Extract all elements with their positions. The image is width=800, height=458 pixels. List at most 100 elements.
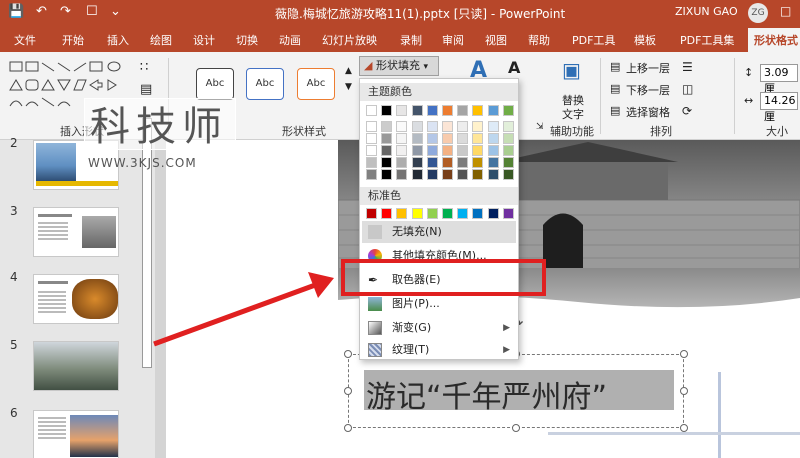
theme-color-swatch[interactable] xyxy=(366,145,377,156)
shape-style-blue[interactable]: Abc xyxy=(246,68,284,100)
tab-review[interactable]: 审阅 xyxy=(442,32,464,48)
theme-color-swatch[interactable] xyxy=(472,145,484,156)
theme-color-swatch[interactable] xyxy=(457,133,469,144)
selection-pane-button[interactable]: 选择窗格 xyxy=(626,104,670,120)
theme-color-swatch[interactable] xyxy=(366,105,377,116)
tab-animations[interactable]: 动画 xyxy=(279,32,301,48)
height-input[interactable]: 3.09 厘 xyxy=(760,64,798,95)
slide-thumbnail-5[interactable] xyxy=(33,341,119,391)
tab-home[interactable]: 开始 xyxy=(62,32,84,48)
replace-text-label-2[interactable]: 文字 xyxy=(562,106,584,122)
theme-color-swatch[interactable] xyxy=(472,157,484,168)
standard-color-swatch[interactable] xyxy=(487,208,499,219)
present-icon[interactable]: ☐ xyxy=(86,4,98,19)
standard-color-swatch[interactable] xyxy=(396,208,408,219)
group-icon[interactable]: ◫ xyxy=(682,82,693,96)
standard-color-swatch[interactable] xyxy=(457,208,469,219)
slide-title-text[interactable]: 游记“千年严州府” xyxy=(366,372,607,416)
standard-color-swatch[interactable] xyxy=(442,208,453,219)
theme-color-swatch[interactable] xyxy=(502,133,514,144)
send-backward-icon[interactable]: ▤ xyxy=(610,82,620,95)
theme-color-swatch[interactable] xyxy=(472,105,484,116)
theme-color-swatch[interactable] xyxy=(472,133,484,144)
tab-draw[interactable]: 绘图 xyxy=(150,32,172,48)
standard-color-swatch[interactable] xyxy=(381,208,393,219)
theme-color-swatch[interactable] xyxy=(487,169,499,180)
user-name[interactable]: ZIXUN GAO xyxy=(675,5,738,18)
texture-fill-item[interactable]: 纹理(T) ▶ xyxy=(362,339,516,361)
gradient-fill-item[interactable]: 渐变(G) ▶ xyxy=(362,317,516,339)
theme-color-swatch[interactable] xyxy=(442,105,453,116)
theme-color-swatch[interactable] xyxy=(502,121,514,132)
tab-pdf-toolset[interactable]: PDF工具集 xyxy=(680,32,734,48)
no-fill-item[interactable]: 无填充(N) xyxy=(362,221,516,243)
theme-color-swatch[interactable] xyxy=(381,121,393,132)
theme-color-swatch[interactable] xyxy=(396,145,408,156)
theme-color-swatch[interactable] xyxy=(487,121,499,132)
resize-handle[interactable] xyxy=(680,387,688,395)
tab-insert[interactable]: 插入 xyxy=(107,32,129,48)
save-icon[interactable]: 💾 xyxy=(8,4,24,19)
avatar[interactable]: ZG xyxy=(748,3,768,23)
theme-color-swatch[interactable] xyxy=(457,105,469,116)
theme-color-swatch[interactable] xyxy=(381,133,393,144)
resize-handle[interactable] xyxy=(680,350,688,358)
align-icon[interactable]: ☰ xyxy=(682,60,693,74)
theme-color-swatch[interactable] xyxy=(457,145,469,156)
style-gallery-down-icon[interactable]: ▼ xyxy=(345,82,352,92)
theme-color-swatch[interactable] xyxy=(396,157,408,168)
theme-color-swatch[interactable] xyxy=(487,145,499,156)
theme-color-swatch[interactable] xyxy=(487,105,499,116)
theme-color-swatch[interactable] xyxy=(502,145,514,156)
resize-handle[interactable] xyxy=(512,424,520,432)
slide-thumbnail-3[interactable] xyxy=(33,207,119,257)
selection-pane-icon[interactable]: ▤ xyxy=(610,104,620,117)
theme-color-swatch[interactable] xyxy=(411,157,423,168)
theme-color-swatch[interactable] xyxy=(411,133,423,144)
theme-color-swatch[interactable] xyxy=(381,157,393,168)
replace-text-icon[interactable]: ▣ xyxy=(562,58,581,82)
standard-color-swatch[interactable] xyxy=(411,208,423,219)
style-gallery-up-icon[interactable]: ▲ xyxy=(345,66,352,76)
tab-file[interactable]: 文件 xyxy=(14,32,36,48)
slide-thumbnail-4[interactable] xyxy=(33,274,119,324)
theme-color-swatch[interactable] xyxy=(457,169,469,180)
customize-icon[interactable]: ⌄ xyxy=(110,4,121,19)
theme-color-swatch[interactable] xyxy=(411,169,423,180)
theme-color-swatch[interactable] xyxy=(366,121,377,132)
theme-color-swatch[interactable] xyxy=(411,105,423,116)
theme-color-swatch[interactable] xyxy=(396,121,408,132)
theme-color-swatch[interactable] xyxy=(366,133,377,144)
theme-color-swatch[interactable] xyxy=(426,133,438,144)
theme-color-swatch[interactable] xyxy=(426,105,438,116)
standard-color-swatch[interactable] xyxy=(366,208,377,219)
standard-color-swatch[interactable] xyxy=(426,208,438,219)
theme-color-swatch[interactable] xyxy=(381,169,393,180)
standard-color-swatch[interactable] xyxy=(502,208,514,219)
shape-fill-button[interactable]: ◢ 形状填充 ▾ xyxy=(359,56,439,76)
theme-color-swatch[interactable] xyxy=(472,121,484,132)
theme-color-swatch[interactable] xyxy=(442,169,453,180)
resize-handle[interactable] xyxy=(344,350,352,358)
edit-shape-icon[interactable]: ∷ xyxy=(140,60,148,75)
slide-thumbnail-6[interactable] xyxy=(33,410,119,458)
theme-color-swatch[interactable] xyxy=(487,133,499,144)
theme-color-swatch[interactable] xyxy=(442,157,453,168)
rotate-icon[interactable]: ⟳ xyxy=(682,104,692,118)
theme-color-swatch[interactable] xyxy=(457,121,469,132)
tab-pdf-tools[interactable]: PDF工具 xyxy=(572,32,615,48)
theme-color-swatch[interactable] xyxy=(426,157,438,168)
theme-color-swatch[interactable] xyxy=(487,157,499,168)
theme-color-swatch[interactable] xyxy=(502,169,514,180)
restore-icon[interactable]: □ xyxy=(780,4,791,18)
theme-color-swatch[interactable] xyxy=(426,169,438,180)
text-outline-icon[interactable]: A xyxy=(508,58,520,77)
tab-design[interactable]: 设计 xyxy=(193,32,215,48)
theme-color-swatch[interactable] xyxy=(396,169,408,180)
redo-icon[interactable]: ↷ xyxy=(60,4,71,19)
dialog-launcher-icon[interactable]: ⇲ xyxy=(536,122,544,132)
send-backward-button[interactable]: 下移一层 xyxy=(626,82,670,98)
tab-shape-format[interactable]: 形状格式 xyxy=(748,28,800,52)
theme-color-swatch[interactable] xyxy=(426,145,438,156)
theme-color-swatch[interactable] xyxy=(411,145,423,156)
